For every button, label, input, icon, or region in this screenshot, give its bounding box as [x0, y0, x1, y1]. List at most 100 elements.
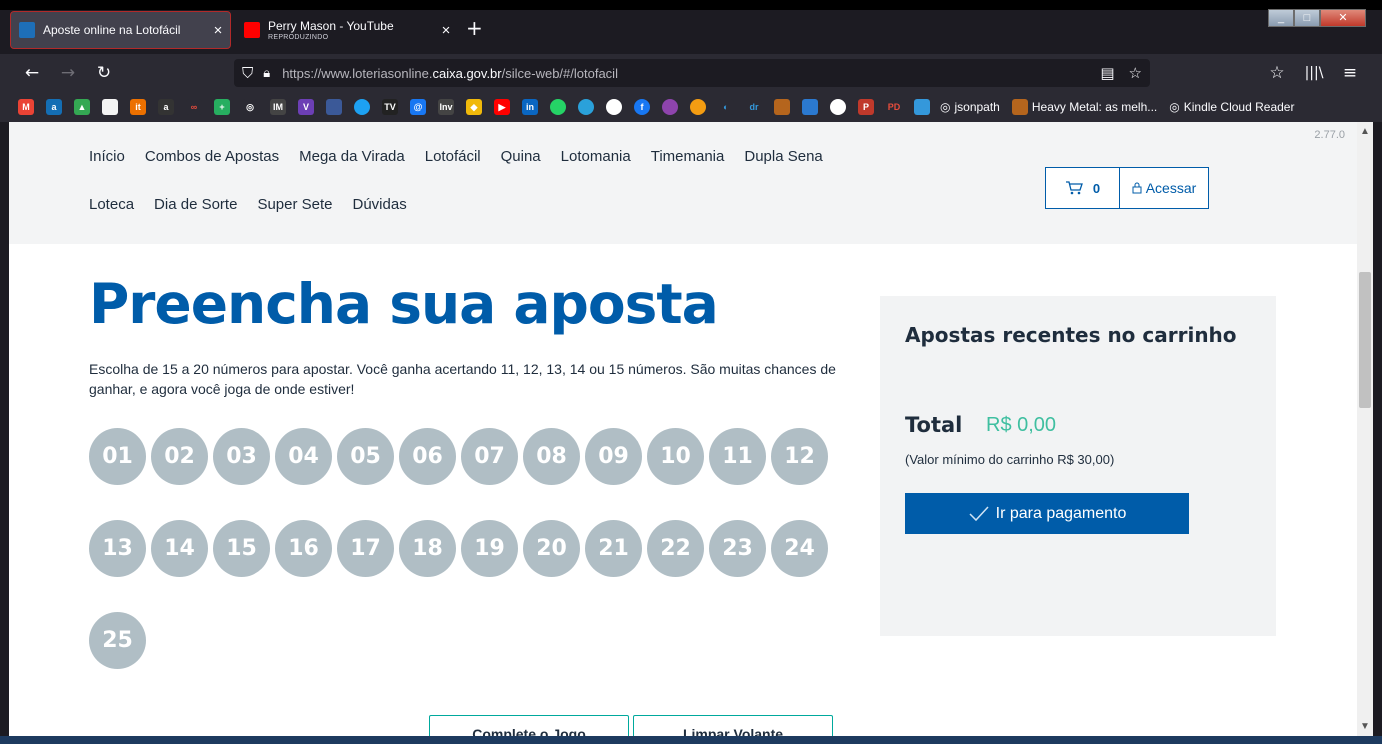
close-tab-icon[interactable]: ×: [206, 22, 230, 39]
clear-ticket-button[interactable]: Limpar Volante: [633, 715, 833, 736]
number-ball[interactable]: 09: [585, 428, 642, 485]
close-window-button[interactable]: ✕: [1320, 9, 1366, 27]
number-ball[interactable]: 22: [647, 520, 704, 577]
tab-lotofacil[interactable]: Aposte online na Lotofácil ×: [10, 11, 231, 49]
new-tab-button[interactable]: +: [466, 16, 483, 40]
menu-item-lotomania[interactable]: Lotomania: [561, 148, 631, 165]
scroll-up-icon[interactable]: ▲: [1357, 126, 1373, 137]
facebook-icon[interactable]: f: [634, 99, 650, 115]
login-button[interactable]: Acessar: [1120, 168, 1208, 208]
scrollbar-thumb[interactable]: [1359, 272, 1371, 408]
number-ball[interactable]: 10: [647, 428, 704, 485]
github-icon[interactable]: [606, 99, 622, 115]
number-ball[interactable]: 13: [89, 520, 146, 577]
bookmark-icon[interactable]: [802, 99, 818, 115]
bookmark-kindle[interactable]: ◎ Kindle Cloud Reader: [1169, 100, 1294, 114]
forward-icon[interactable]: →: [55, 61, 81, 85]
number-ball[interactable]: 15: [213, 520, 270, 577]
number-ball[interactable]: 07: [461, 428, 518, 485]
menu-item-timemania[interactable]: Timemania: [651, 148, 725, 165]
whatsapp-icon[interactable]: [550, 99, 566, 115]
bookmark-icon[interactable]: +: [214, 99, 230, 115]
bookmark-icon[interactable]: [102, 99, 118, 115]
number-ball[interactable]: 11: [709, 428, 766, 485]
binance-icon[interactable]: ◆: [466, 99, 482, 115]
number-ball[interactable]: 12: [771, 428, 828, 485]
menu-item-inicio[interactable]: Início: [89, 148, 125, 165]
bookmark-icon[interactable]: V: [298, 99, 314, 115]
bookmark-icon[interactable]: [354, 99, 370, 115]
bookmark-icon[interactable]: ∞: [186, 99, 202, 115]
cart-button[interactable]: 0: [1046, 168, 1120, 208]
close-tab-icon[interactable]: ×: [434, 22, 458, 39]
number-ball[interactable]: 03: [213, 428, 270, 485]
bookmark-heavy-metal[interactable]: Heavy Metal: as melh...: [1011, 99, 1157, 115]
pocket-icon[interactable]: ☆: [1264, 61, 1290, 85]
scroll-down-icon[interactable]: ▼: [1357, 721, 1373, 732]
minimize-button[interactable]: _: [1268, 9, 1294, 27]
shield-icon[interactable]: ⛉: [242, 64, 253, 82]
complete-game-button[interactable]: Complete o Jogo: [429, 715, 629, 736]
number-ball[interactable]: 06: [399, 428, 456, 485]
number-ball[interactable]: 18: [399, 520, 456, 577]
youtube-icon[interactable]: ▶: [494, 99, 510, 115]
number-ball[interactable]: 25: [89, 612, 146, 669]
menu-item-duvidas[interactable]: Dúvidas: [353, 196, 407, 213]
bookmark-icon[interactable]: Inv: [438, 99, 454, 115]
menu-item-dia-de-sorte[interactable]: Dia de Sorte: [154, 196, 237, 213]
number-ball[interactable]: 16: [275, 520, 332, 577]
bookmark-icon[interactable]: IM: [270, 99, 286, 115]
number-ball[interactable]: 21: [585, 520, 642, 577]
amazon-icon[interactable]: a: [46, 99, 62, 115]
bookmark-icon[interactable]: [326, 99, 342, 115]
bookmark-icon[interactable]: dr: [746, 99, 762, 115]
menu-icon[interactable]: ≡: [1337, 61, 1363, 85]
address-bar[interactable]: ⛉ 🔒︎ https://www.loteriasonline.caixa.go…: [234, 59, 1150, 87]
bookmark-icon[interactable]: [914, 99, 930, 115]
number-ball[interactable]: 19: [461, 520, 518, 577]
number-ball[interactable]: 02: [151, 428, 208, 485]
back-icon[interactable]: ←: [19, 61, 45, 85]
tab-youtube[interactable]: Perry Mason - YouTube REPRODUZINDO ×: [236, 11, 458, 49]
bookmark-icon[interactable]: TV: [382, 99, 398, 115]
reader-view-icon[interactable]: ▤: [1100, 64, 1114, 82]
bookmark-icon[interactable]: [662, 99, 678, 115]
linkedin-icon[interactable]: in: [522, 99, 538, 115]
reload-icon[interactable]: ↻: [91, 61, 117, 85]
pdf-icon[interactable]: P: [858, 99, 874, 115]
bookmark-icon[interactable]: [690, 99, 706, 115]
bookmark-jsonpath[interactable]: ◎ jsonpath: [940, 100, 1000, 114]
bookmark-icon[interactable]: [830, 99, 846, 115]
menu-item-super-sete[interactable]: Super Sete: [257, 196, 332, 213]
bookmark-icon[interactable]: ◐: [718, 99, 734, 115]
star-icon[interactable]: ☆: [1129, 64, 1142, 82]
number-ball[interactable]: 17: [337, 520, 394, 577]
page-scrollbar[interactable]: ▲ ▼: [1357, 122, 1373, 736]
go-to-payment-button[interactable]: Ir para pagamento: [905, 493, 1189, 534]
number-ball[interactable]: 23: [709, 520, 766, 577]
itau-icon[interactable]: it: [130, 99, 146, 115]
gmail-icon[interactable]: M: [18, 99, 34, 115]
bookmark-icon[interactable]: PD: [886, 99, 902, 115]
number-ball[interactable]: 20: [523, 520, 580, 577]
drive-icon[interactable]: ▲: [74, 99, 90, 115]
menu-item-combos[interactable]: Combos de Apostas: [145, 148, 279, 165]
number-ball[interactable]: 14: [151, 520, 208, 577]
number-ball[interactable]: 01: [89, 428, 146, 485]
menu-item-dupla-sena[interactable]: Dupla Sena: [744, 148, 822, 165]
bookmark-icon[interactable]: @: [410, 99, 426, 115]
menu-item-quina[interactable]: Quina: [501, 148, 541, 165]
bookmark-icon[interactable]: [774, 99, 790, 115]
library-icon[interactable]: |||\: [1301, 61, 1327, 85]
number-ball[interactable]: 05: [337, 428, 394, 485]
number-ball[interactable]: 04: [275, 428, 332, 485]
bookmark-icon[interactable]: a: [158, 99, 174, 115]
maximize-button[interactable]: □: [1294, 9, 1320, 27]
number-ball[interactable]: 24: [771, 520, 828, 577]
globe-icon[interactable]: ◎: [242, 99, 258, 115]
menu-item-lotofacil[interactable]: Lotofácil: [425, 148, 481, 165]
url-text[interactable]: https://www.loteriasonline.caixa.gov.br/…: [282, 66, 618, 81]
telegram-icon[interactable]: [578, 99, 594, 115]
menu-item-mega-virada[interactable]: Mega da Virada: [299, 148, 405, 165]
number-ball[interactable]: 08: [523, 428, 580, 485]
